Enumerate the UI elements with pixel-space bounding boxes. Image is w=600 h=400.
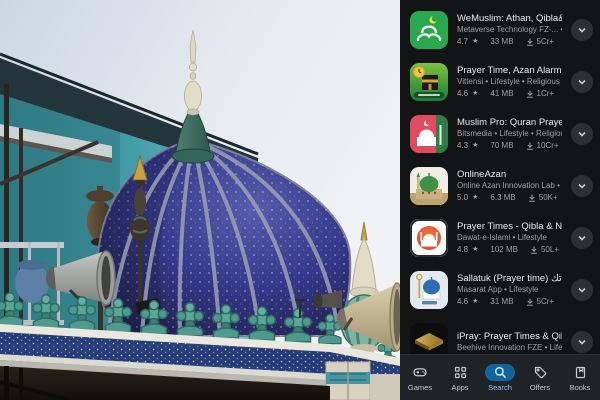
app-meta: Muslim Pro: Quran Prayer Times Bitsmedia…	[457, 117, 562, 151]
search-icon	[485, 364, 515, 381]
app-rating: 5.0	[457, 193, 468, 203]
app-stats: 4.8 ★ 102 MB 50L+	[457, 245, 562, 255]
app-subtitle: Dawat-e-Islami • Lifestyle	[457, 233, 562, 243]
app-list-item[interactable]: Prayer Times - Qibla & Namaz Dawat-e-Isl…	[400, 212, 600, 264]
app-stats: 4.3 ★ 70 MB 10Cr+	[457, 141, 562, 151]
ipray-black-gold-kaaba-icon	[410, 323, 448, 354]
wemuslim-green-dome-icon	[410, 11, 448, 49]
muslim-pro-red-mosque-icon	[410, 115, 448, 153]
star-icon: ★	[472, 297, 478, 307]
nav-item-books[interactable]: Books	[560, 355, 600, 400]
app-title: OnlineAzan	[457, 169, 562, 180]
app-downloads: 1Cr+	[537, 89, 555, 99]
expand-chevron-button[interactable]	[571, 227, 593, 249]
app-stats: 4.6 ★ 41 MB 1Cr+	[457, 89, 562, 99]
dawateislami-orange-circle-icon	[410, 219, 448, 257]
app-downloads: 50K+	[539, 193, 558, 203]
app-rating: 4.6	[457, 89, 468, 99]
app-title: WeMuslim: Athan, Qibla&Quran	[457, 13, 562, 24]
app-stats: 4.7 ★ 33 MB 5Cr+	[457, 37, 562, 47]
app-list-item[interactable]: Prayer Time, Azan Alarm, Qibla Vittensi …	[400, 56, 600, 108]
app-title: iPray: Prayer Times & Qibla	[457, 331, 562, 342]
app-title: Prayer Times - Qibla & Namaz	[457, 221, 562, 232]
app-downloads: 5Cr+	[537, 297, 555, 307]
app-stats: 5.0 ★ 6.3 MB 50K+	[457, 193, 562, 203]
onlineazan-green-mosque-icon	[410, 167, 448, 205]
app-meta: iPray: Prayer Times & Qibla Beehive Inno…	[457, 331, 562, 353]
nav-item-games[interactable]: Games	[400, 355, 440, 400]
app-list-item[interactable]: Sallatuk (Prayer time) صلاتك Masarat App…	[400, 264, 600, 316]
expand-chevron-button[interactable]	[571, 331, 593, 353]
app-title: Prayer Time, Azan Alarm, Qibla	[457, 65, 562, 76]
nav-item-apps[interactable]: Apps	[440, 355, 480, 400]
app-size: 6.3 MB	[490, 193, 515, 203]
mosque-photo	[0, 0, 400, 400]
nav-label: Search	[488, 383, 512, 392]
app-size: 102 MB	[490, 245, 518, 255]
app-list-item[interactable]: iPray: Prayer Times & Qibla Beehive Inno…	[400, 316, 600, 354]
apps-grid-icon	[445, 364, 475, 381]
app-results-list: WeMuslim: Athan, Qibla&Quran Metaverse T…	[400, 0, 600, 354]
app-rating: 4.8	[457, 245, 468, 255]
app-meta: Sallatuk (Prayer time) صلاتك Masarat App…	[457, 273, 562, 307]
app-stats: 4.6 ★ 31 MB 5Cr+	[457, 297, 562, 307]
app-subtitle: Vittensi • Lifestyle • Religious text	[457, 77, 562, 87]
nav-label: Games	[408, 383, 432, 392]
downloads-icon	[528, 194, 536, 202]
downloads-icon	[526, 142, 534, 150]
sallatuk-blue-dome-icon	[410, 271, 448, 309]
app-size: 31 MB	[490, 297, 513, 307]
app-downloads: 5Cr+	[537, 37, 555, 47]
play-store-panel: WeMuslim: Athan, Qibla&Quran Metaverse T…	[400, 0, 600, 400]
app-meta: Prayer Time, Azan Alarm, Qibla Vittensi …	[457, 65, 562, 99]
nav-label: Apps	[451, 383, 468, 392]
app-subtitle: Bitsmedia • Lifestyle • Religious text	[457, 129, 562, 139]
nav-item-search[interactable]: Search	[480, 355, 520, 400]
prayer-qibla-kaaba-icon	[410, 63, 448, 101]
star-icon: ★	[472, 89, 478, 99]
downloads-icon	[526, 298, 534, 306]
app-list-item[interactable]: OnlineAzan Online Azan Innovation Lab • …	[400, 160, 600, 212]
app-list-item[interactable]: WeMuslim: Athan, Qibla&Quran Metaverse T…	[400, 4, 600, 56]
app-meta: Prayer Times - Qibla & Namaz Dawat-e-Isl…	[457, 221, 562, 255]
app-meta: OnlineAzan Online Azan Innovation Lab • …	[457, 169, 562, 203]
expand-chevron-button[interactable]	[571, 19, 593, 41]
app-downloads: 10Cr+	[537, 141, 559, 151]
expand-chevron-button[interactable]	[571, 175, 593, 197]
gamepad-icon	[405, 364, 435, 381]
app-rating: 4.6	[457, 297, 468, 307]
expand-chevron-button[interactable]	[571, 123, 593, 145]
downloads-icon	[530, 246, 538, 254]
app-subtitle: Beehive Innovation FZE • Lifestyle	[457, 343, 562, 353]
app-subtitle: Metaverse Technology FZ-... • Lifestyle	[457, 25, 562, 35]
nav-label: Books	[570, 383, 591, 392]
screenshot-root: WeMuslim: Athan, Qibla&Quran Metaverse T…	[0, 0, 600, 400]
app-subtitle: Online Azan Innovation Lab • Events	[457, 181, 562, 191]
app-size: 70 MB	[490, 141, 513, 151]
app-rating: 4.3	[457, 141, 468, 151]
mosque-photo-art	[0, 0, 400, 400]
downloads-icon	[526, 90, 534, 98]
expand-chevron-button[interactable]	[571, 71, 593, 93]
star-icon: ★	[472, 141, 478, 151]
star-icon: ★	[472, 245, 478, 255]
downloads-icon	[526, 38, 534, 46]
expand-chevron-button[interactable]	[571, 279, 593, 301]
app-rating: 4.7	[457, 37, 468, 47]
app-meta: WeMuslim: Athan, Qibla&Quran Metaverse T…	[457, 13, 562, 47]
star-icon: ★	[472, 37, 478, 47]
bottom-nav: Games Apps Search Offers	[400, 354, 600, 400]
app-size: 41 MB	[490, 89, 513, 99]
offer-tag-icon	[525, 364, 555, 381]
book-icon	[565, 364, 595, 381]
app-downloads: 50L+	[541, 245, 559, 255]
star-icon: ★	[472, 193, 478, 203]
app-size: 33 MB	[490, 37, 513, 47]
nav-item-offers[interactable]: Offers	[520, 355, 560, 400]
nav-label: Offers	[530, 383, 550, 392]
app-title: Muslim Pro: Quran Prayer Times	[457, 117, 562, 128]
app-list-item[interactable]: Muslim Pro: Quran Prayer Times Bitsmedia…	[400, 108, 600, 160]
app-subtitle: Masarat App • Lifestyle	[457, 285, 562, 295]
app-title: Sallatuk (Prayer time) صلاتك	[457, 273, 562, 284]
